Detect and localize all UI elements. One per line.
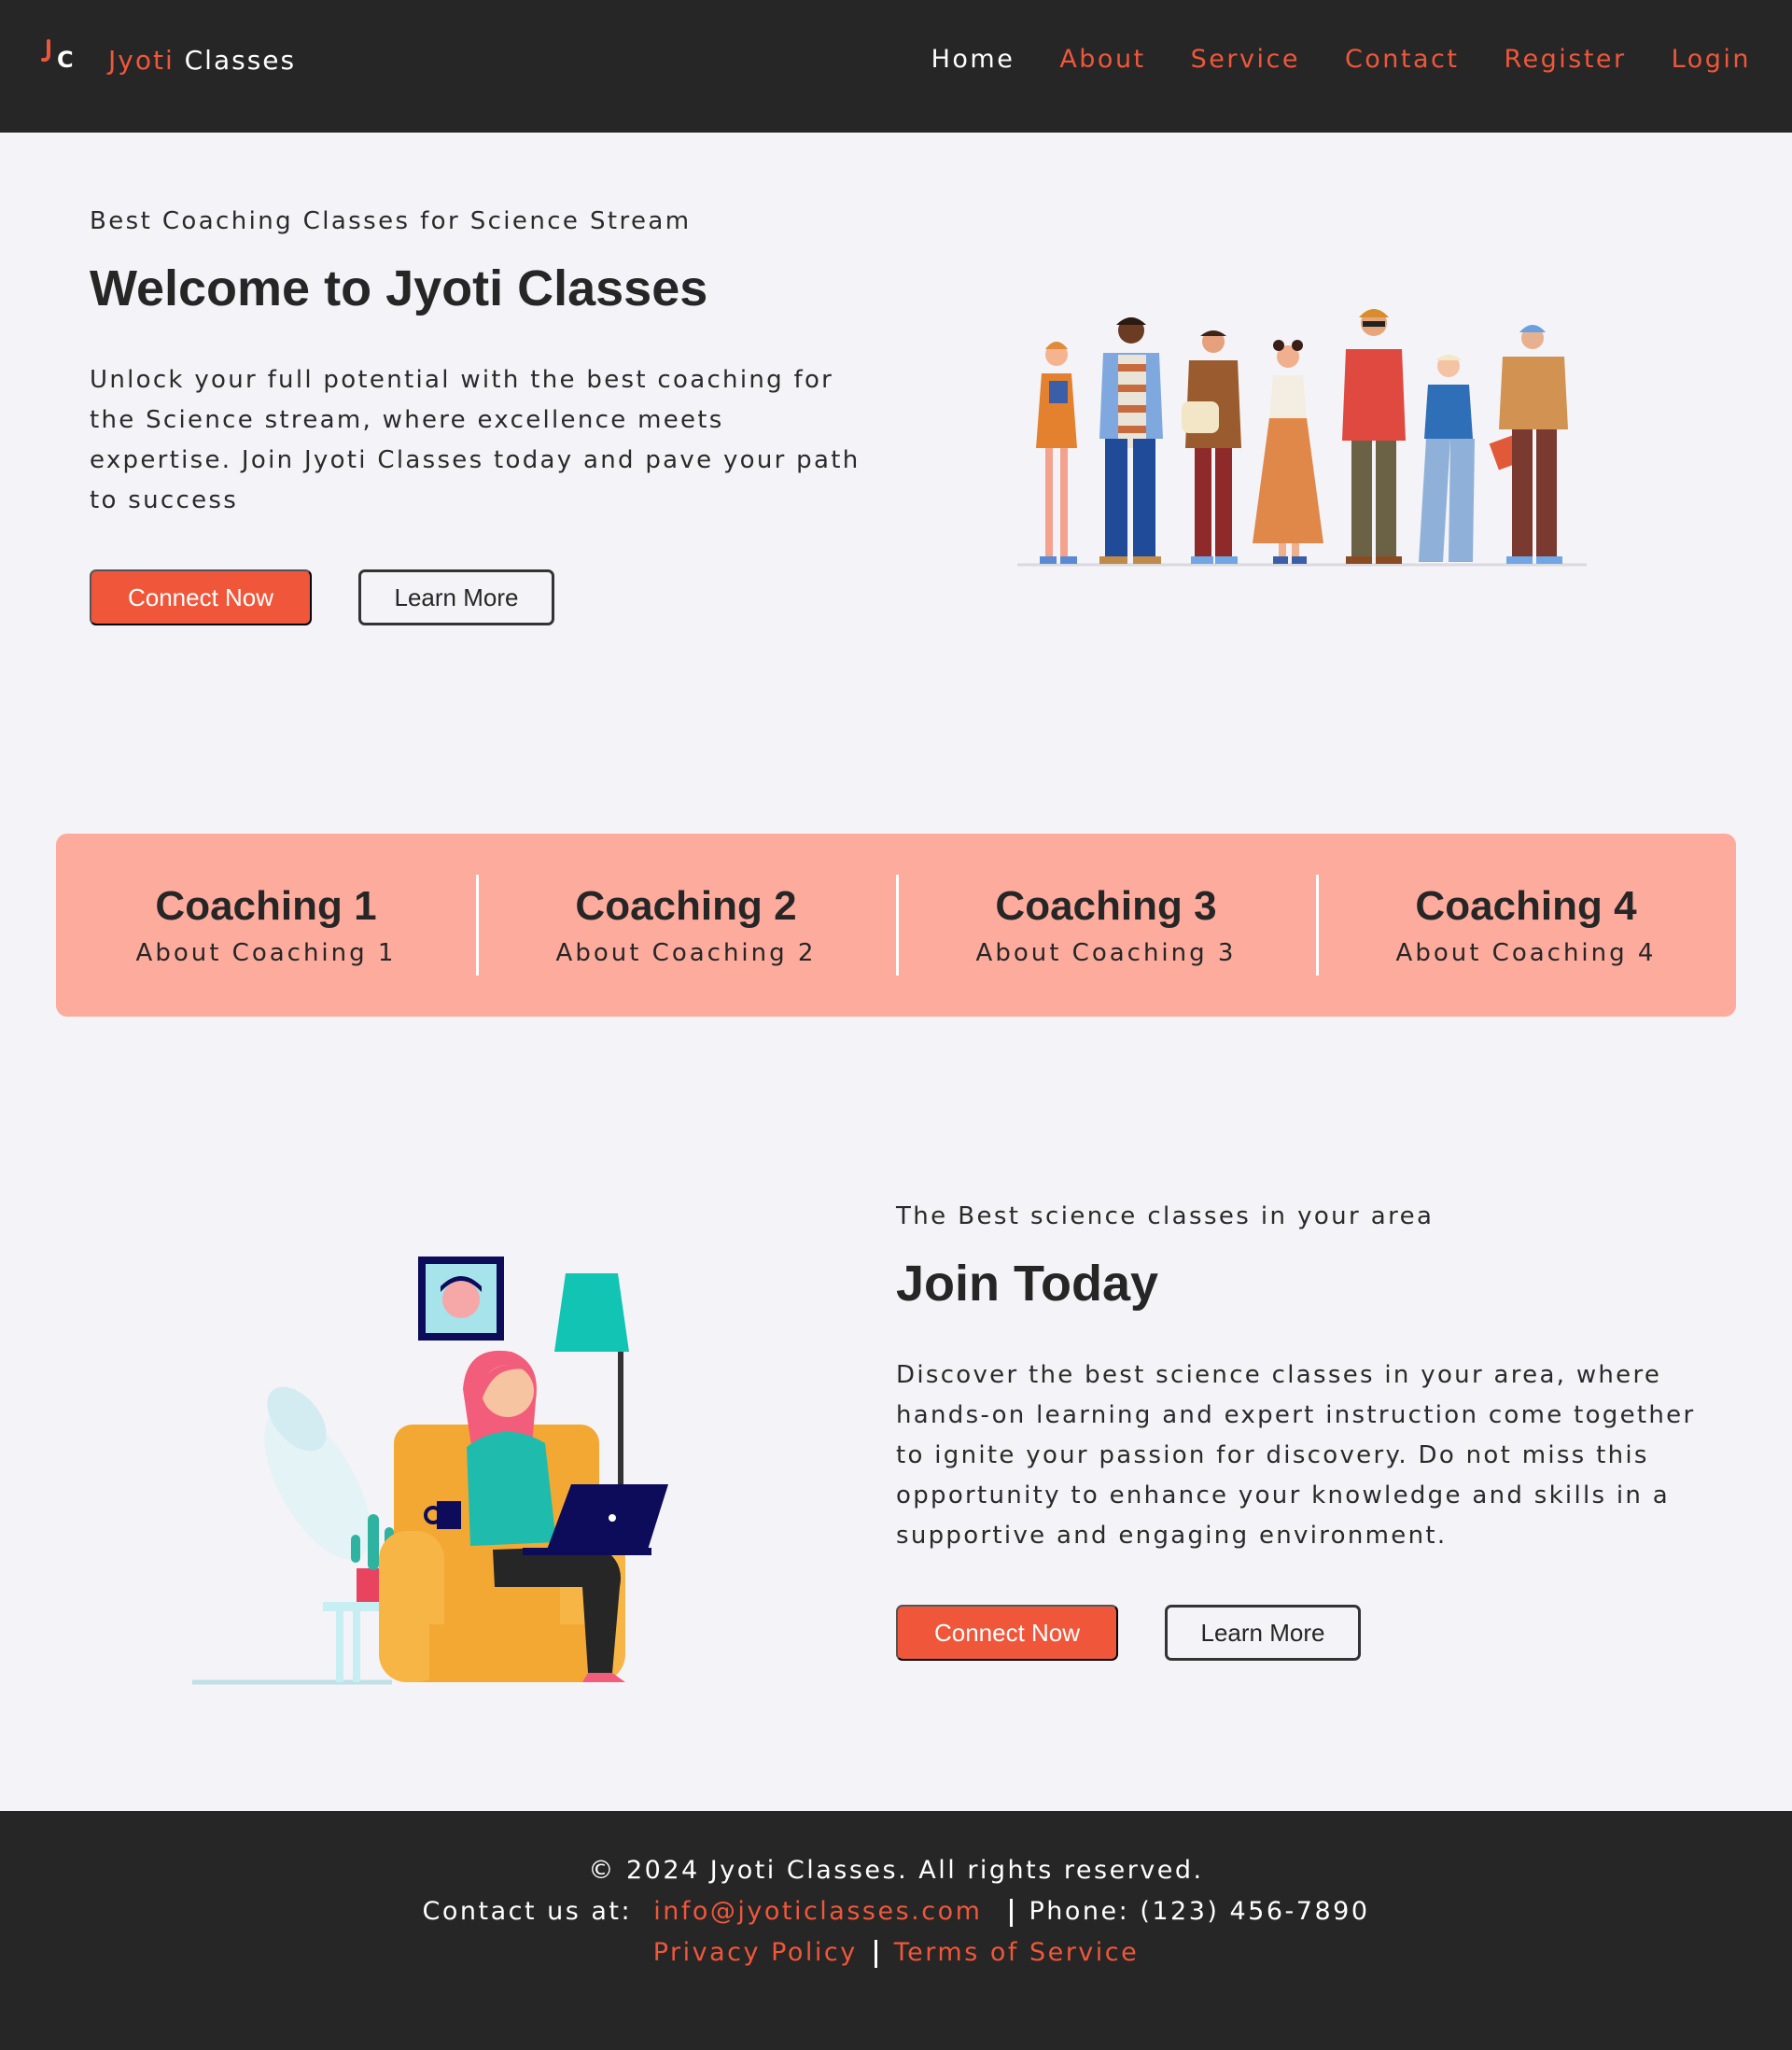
jc-logo-icon: C [41,35,90,84]
footer-divider [874,1939,877,1968]
navbar: C Jyoti Classes Home About Service Conta… [0,0,1792,133]
hero-body: Unlock your full potential with the best… [90,366,861,514]
footer-phone: Phone: (123) 456-7890 [1029,1897,1370,1926]
join-connect-button[interactable]: Connect Now [896,1605,1118,1661]
coaching-card-1[interactable]: Coaching 1 About Coaching 1 [56,875,476,976]
join-buttons: Connect Now Learn More [896,1605,1717,1661]
coaching-subtitle: About Coaching 4 [1395,939,1657,967]
coaching-title: Coaching 3 [995,883,1217,929]
coaching-title: Coaching 1 [155,883,377,929]
footer: © 2024 Jyoti Classes. All rights reserve… [0,1811,1792,2050]
coaching-subtitle: About Coaching 1 [135,939,397,967]
nav-links: Home About Service Contact Register Logi… [931,45,1751,74]
nav-register[interactable]: Register [1504,45,1626,74]
hero-section: Best Coaching Classes for Science Stream… [90,207,874,625]
nav-login[interactable]: Login [1672,45,1751,74]
nav-home[interactable]: Home [931,45,1015,74]
coaching-strip: Coaching 1 About Coaching 1 Coaching 2 A… [56,834,1736,1017]
hero-learn-more-button[interactable]: Learn More [358,569,554,625]
coaching-card-3[interactable]: Coaching 3 About Coaching 3 [896,875,1316,976]
join-section: The Best science classes in your area Jo… [896,1202,1717,1661]
footer-privacy-link[interactable]: Privacy Policy [653,1938,858,1967]
coaching-card-2[interactable]: Coaching 2 About Coaching 2 [476,875,896,976]
hero-eyebrow: Best Coaching Classes for Science Stream [90,207,692,235]
footer-email-link[interactable]: info@jyoticlasses.com [653,1897,982,1926]
students-group-illustration [1008,299,1605,579]
svg-text:C: C [57,47,74,73]
coaching-title: Coaching 2 [575,883,797,929]
coaching-subtitle: About Coaching 2 [555,939,817,967]
nav-service[interactable]: Service [1191,45,1300,74]
coaching-title: Coaching 4 [1415,883,1637,929]
brand-name: Jyoti Classes [108,45,296,76]
woman-laptop-illustration [187,1251,672,1690]
coaching-subtitle: About Coaching 3 [975,939,1237,967]
hero-buttons: Connect Now Learn More [90,569,874,625]
join-learn-more-button[interactable]: Learn More [1165,1605,1361,1661]
footer-contact: Contact us at: info@jyoticlasses.com Pho… [0,1891,1792,1932]
footer-contact-prefix: Contact us at: [422,1897,633,1926]
hero-connect-button[interactable]: Connect Now [90,569,312,625]
brand-name-accent: Jyoti [108,44,175,76]
footer-terms-link[interactable]: Terms of Service [894,1938,1140,1967]
nav-about[interactable]: About [1059,45,1145,74]
brand-name-plain: Classes [184,44,297,76]
footer-divider [1009,1898,1013,1927]
join-title: Join Today [896,1256,1159,1312]
footer-copyright: © 2024 Jyoti Classes. All rights reserve… [588,1856,1204,1885]
coaching-card-4[interactable]: Coaching 4 About Coaching 4 [1316,875,1736,976]
hero-title: Welcome to Jyoti Classes [90,260,708,316]
join-eyebrow: The Best science classes in your area [896,1202,1435,1230]
footer-legal: Privacy Policy Terms of Service [0,1932,1792,1973]
join-body: Discover the best science classes in you… [896,1361,1696,1550]
nav-contact[interactable]: Contact [1345,45,1460,74]
brand-link[interactable]: C Jyoti Classes [41,35,296,84]
